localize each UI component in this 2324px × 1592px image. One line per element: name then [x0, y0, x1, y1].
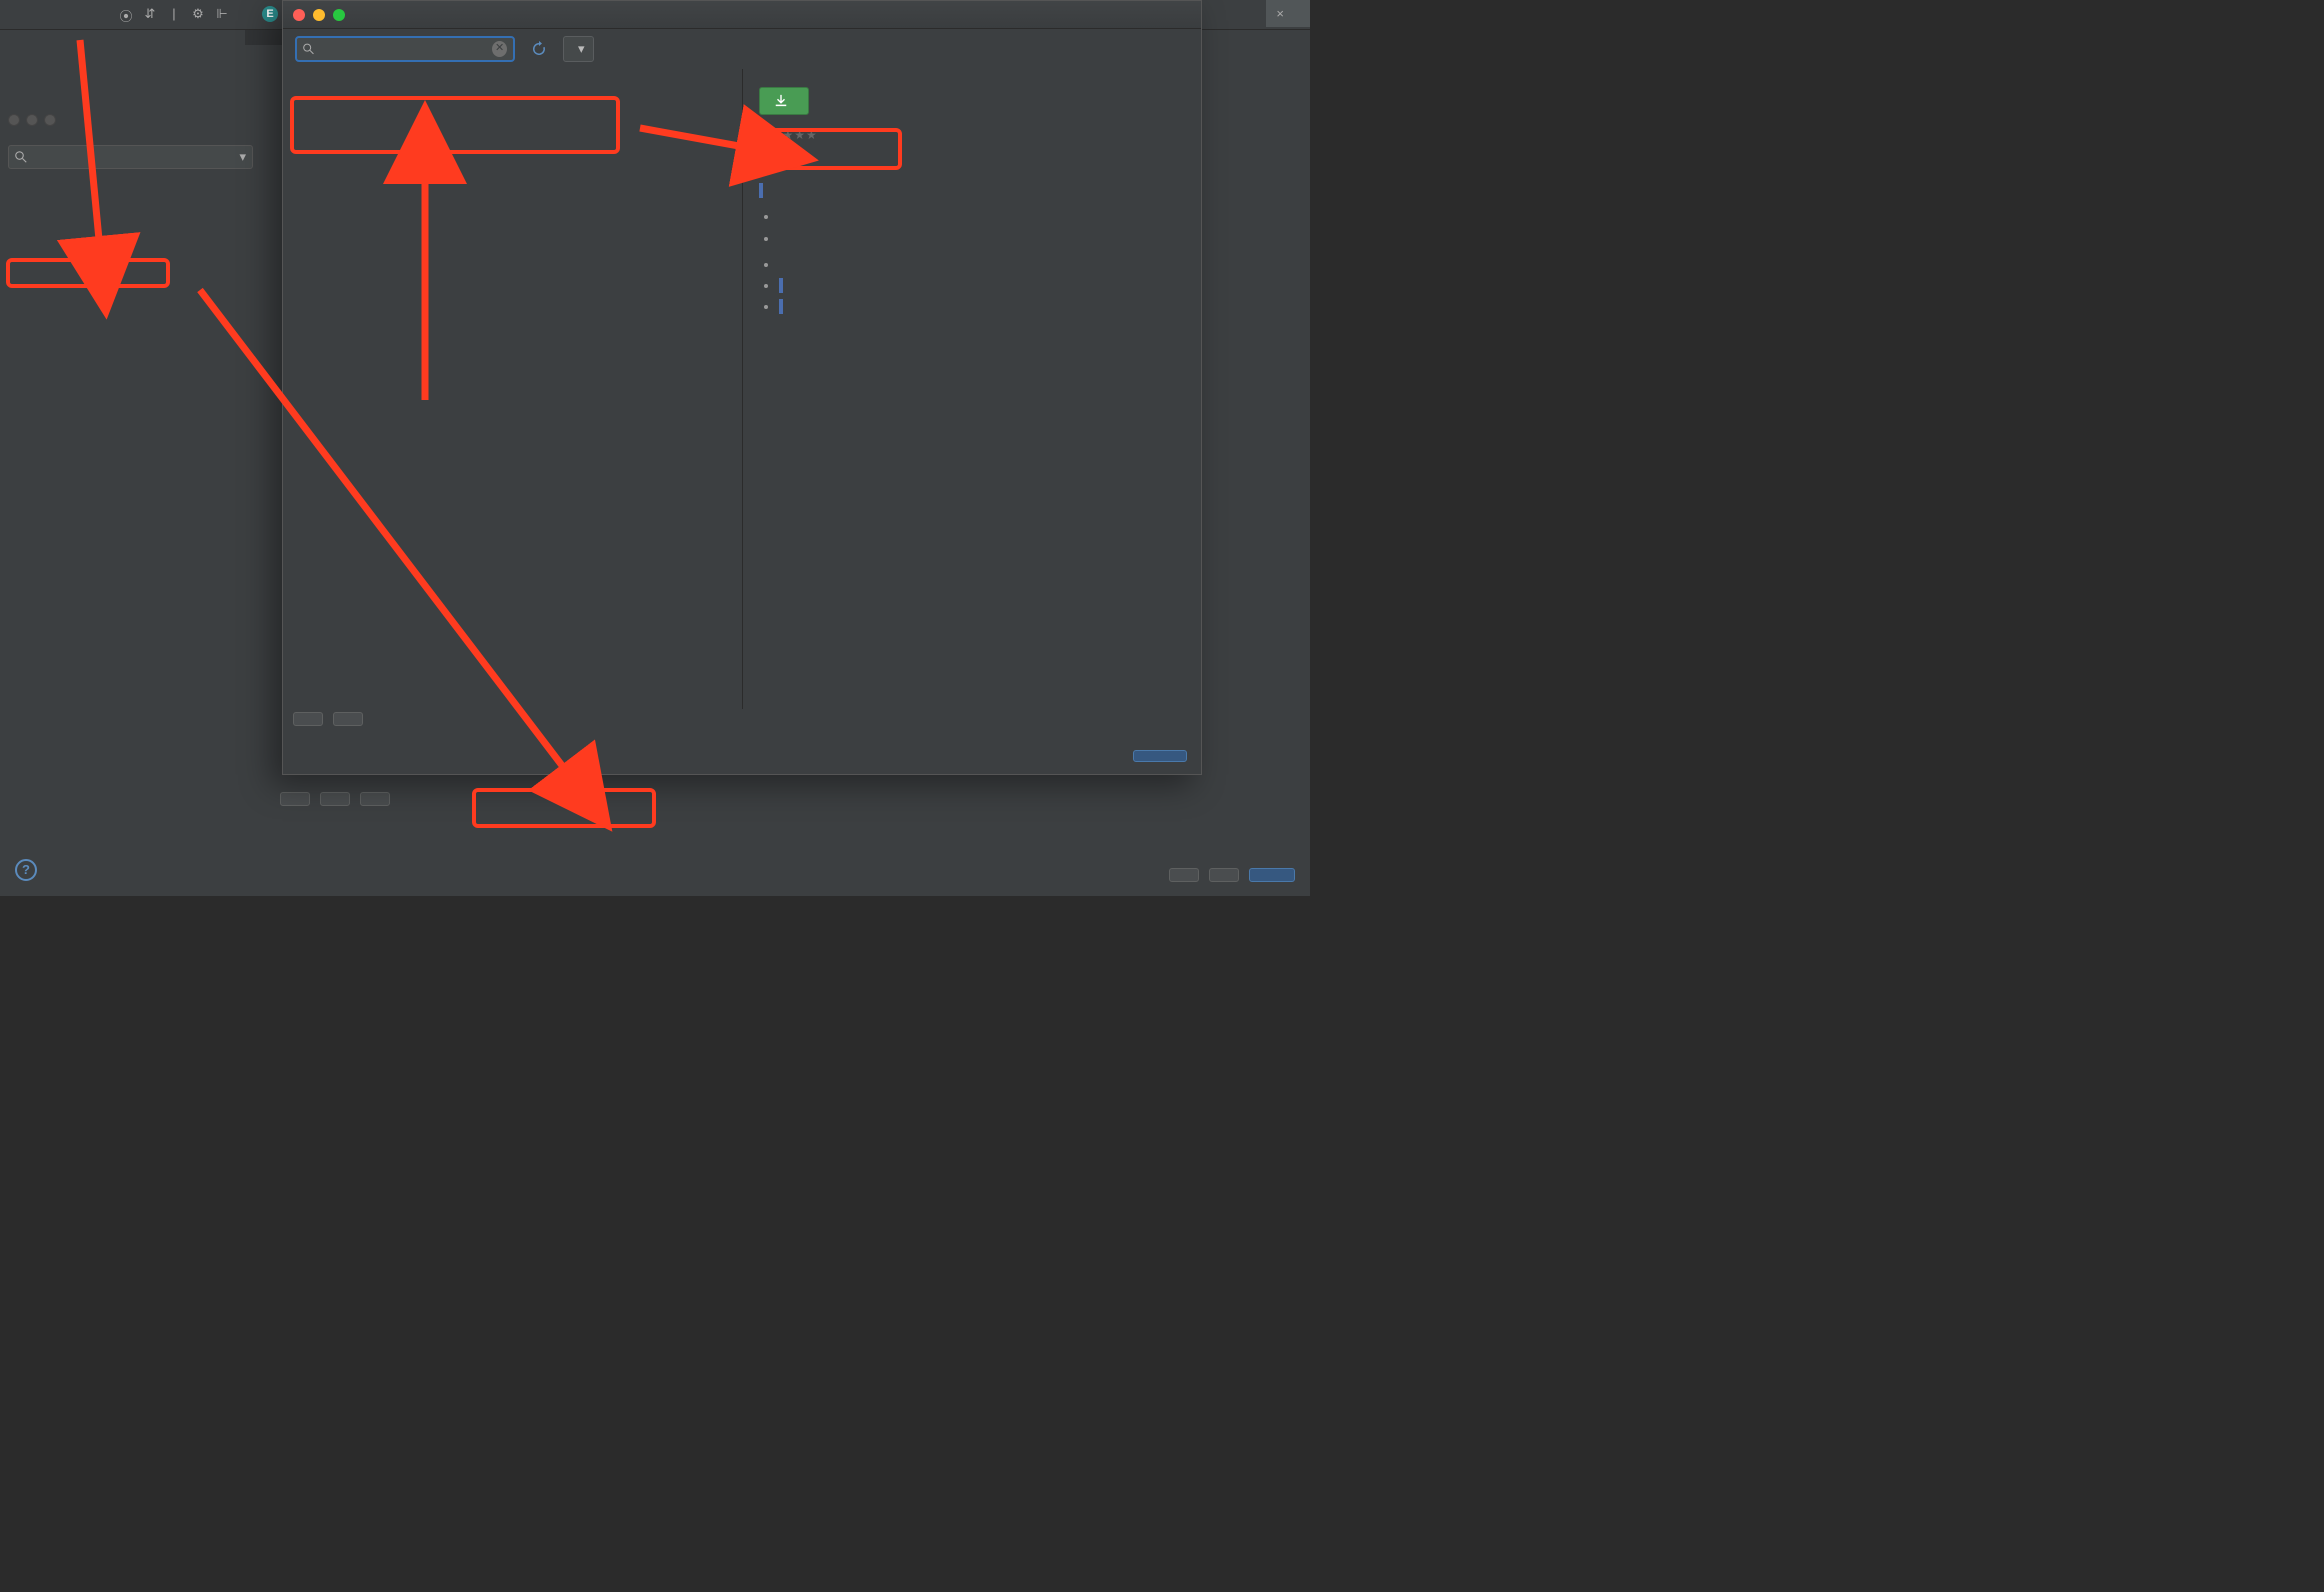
- close-icon[interactable]: ×: [1276, 6, 1284, 21]
- browse-repositories-button[interactable]: [320, 792, 350, 806]
- refresh-icon[interactable]: [529, 39, 549, 59]
- install-button[interactable]: [759, 87, 809, 115]
- plugin-detail-pane: ★★★★★: [743, 69, 1201, 709]
- ok-button[interactable]: [1249, 868, 1295, 882]
- manage-repositories-button[interactable]: [333, 712, 363, 726]
- traffic-max-icon[interactable]: [333, 9, 345, 21]
- install-jetbrains-button[interactable]: [280, 792, 310, 806]
- settings-window-controls: [0, 110, 258, 130]
- category-dropdown[interactable]: ▾: [563, 36, 594, 62]
- chevron-down-icon: ▾: [578, 41, 585, 57]
- clear-icon[interactable]: ✕: [492, 41, 507, 57]
- editor-gutter: [245, 30, 285, 45]
- toolbar-icon[interactable]: ⊩: [214, 6, 230, 25]
- traffic-close-icon[interactable]: [8, 114, 20, 126]
- traffic-close-icon[interactable]: [293, 9, 305, 21]
- detail-description: [759, 154, 1185, 316]
- download-icon: [774, 94, 788, 108]
- gear-icon[interactable]: ⚙: [190, 6, 206, 25]
- editor-tab-icon: E: [262, 6, 278, 22]
- browse-repositories-dialog: ✕ ▾ ★★★★★: [282, 0, 1202, 775]
- help-icon[interactable]: ?: [15, 859, 37, 881]
- detail-stars: ★★★★★: [759, 127, 1185, 142]
- search-icon: [303, 43, 314, 55]
- traffic-max-icon[interactable]: [44, 114, 56, 126]
- plugin-search-input[interactable]: [314, 42, 492, 57]
- traffic-min-icon[interactable]: [313, 9, 325, 21]
- search-icon: [15, 151, 27, 163]
- dialog-titlebar: [283, 1, 1201, 29]
- install-from-disk-button[interactable]: [360, 792, 390, 806]
- chevron-down-icon[interactable]: ▾: [239, 149, 246, 165]
- apply-button[interactable]: [1209, 868, 1239, 882]
- toolbar-icon[interactable]: |: [166, 6, 182, 25]
- plugins-action-row: [280, 792, 390, 806]
- close-button[interactable]: [1133, 750, 1187, 762]
- cancel-button[interactable]: [1169, 868, 1199, 882]
- editor-file-tab[interactable]: ×: [1266, 0, 1310, 27]
- plugin-search-box[interactable]: ✕: [295, 36, 515, 62]
- results-pane: [283, 69, 743, 709]
- http-proxy-button[interactable]: [293, 712, 323, 726]
- settings-search[interactable]: ▾: [8, 145, 253, 169]
- toolbar-icon[interactable]: ⇵: [142, 6, 158, 25]
- sort-dropdown[interactable]: [283, 69, 742, 77]
- toolbar-icon[interactable]: ⦿: [118, 6, 134, 25]
- traffic-min-icon[interactable]: [26, 114, 38, 126]
